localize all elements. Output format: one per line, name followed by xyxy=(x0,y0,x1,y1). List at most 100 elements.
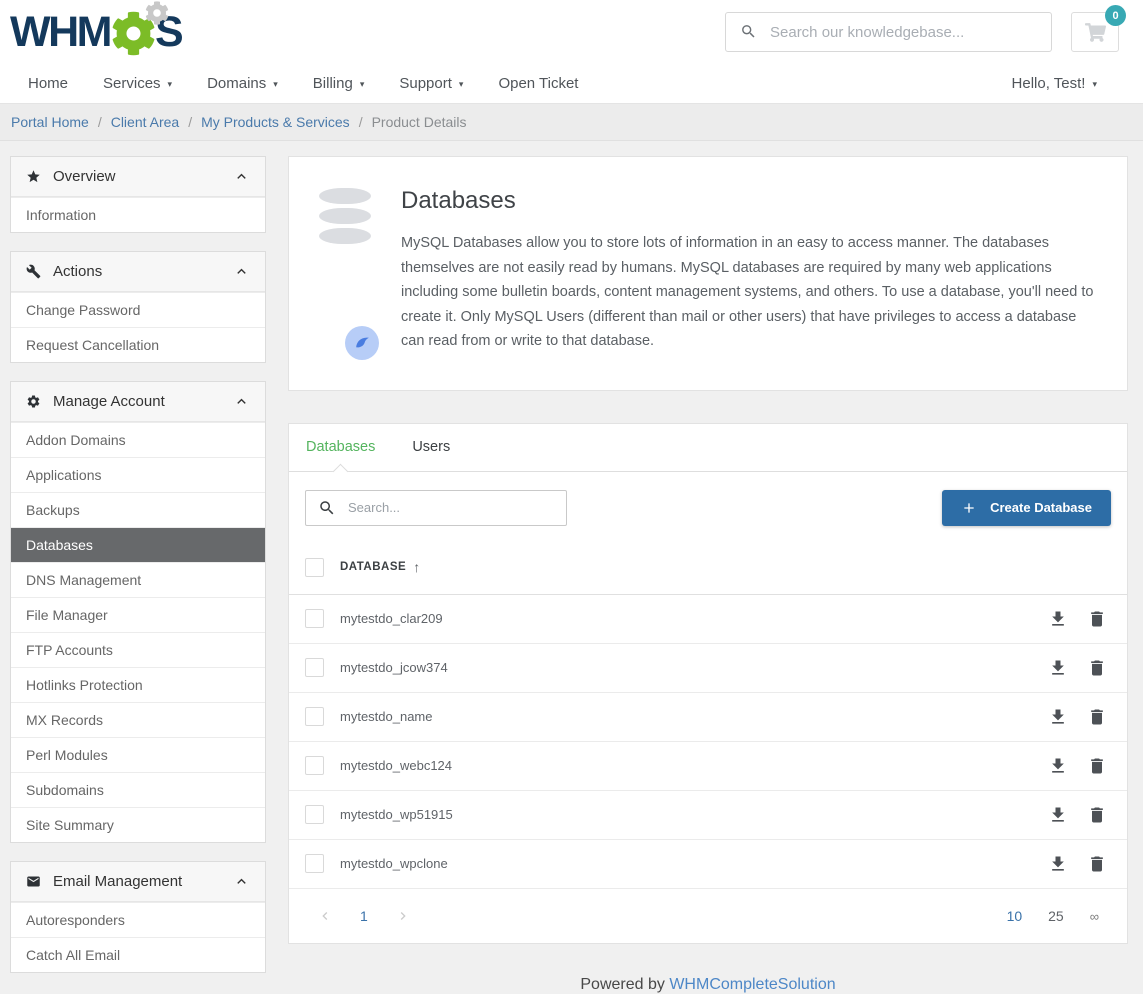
trash-icon[interactable] xyxy=(1087,707,1107,727)
table-row: mytestdo_jcow374 xyxy=(289,644,1127,693)
sidebar-item-applications[interactable]: Applications xyxy=(11,457,265,492)
sidebar-item-site-summary[interactable]: Site Summary xyxy=(11,807,265,842)
sidebar-item-change-password[interactable]: Change Password xyxy=(11,292,265,327)
nav-item-billing[interactable]: Billing▾ xyxy=(313,75,365,92)
tabs: Databases Users xyxy=(289,424,1127,472)
caret-down-icon: ▾ xyxy=(168,78,173,89)
breadcrumb-portal-home[interactable]: Portal Home xyxy=(11,114,89,130)
sidebar-item-information[interactable]: Information xyxy=(11,197,265,232)
database-name: mytestdo_clar209 xyxy=(340,611,443,626)
row-checkbox[interactable] xyxy=(305,854,324,873)
panel-email-management: Email Management Autoresponders Catch Al… xyxy=(10,861,266,973)
database-icon xyxy=(319,183,375,354)
panel-header-manage-account[interactable]: Manage Account xyxy=(11,382,265,422)
pagination: 1 10 25 ∞ xyxy=(289,889,1127,943)
row-checkbox[interactable] xyxy=(305,805,324,824)
row-checkbox[interactable] xyxy=(305,658,324,677)
nav-item-domains[interactable]: Domains▾ xyxy=(207,75,278,92)
download-icon[interactable] xyxy=(1048,707,1068,727)
panel-header-overview[interactable]: Overview xyxy=(11,157,265,197)
panel-header-email-management[interactable]: Email Management xyxy=(11,862,265,902)
sidebar-item-addon-domains[interactable]: Addon Domains xyxy=(11,422,265,457)
caret-down-icon: ▾ xyxy=(360,78,365,89)
download-icon[interactable] xyxy=(1048,658,1068,678)
sidebar-item-catch-all-email[interactable]: Catch All Email xyxy=(11,937,265,972)
sidebar-item-ftp-accounts[interactable]: FTP Accounts xyxy=(11,632,265,667)
column-header-database[interactable]: DATABASE xyxy=(340,561,406,573)
table-row: mytestdo_wp51915 xyxy=(289,791,1127,840)
database-name: mytestdo_wpclone xyxy=(340,856,448,871)
panel-manage-account: Manage Account Addon Domains Application… xyxy=(10,381,266,843)
trash-icon[interactable] xyxy=(1087,658,1107,678)
page-size-10[interactable]: 10 xyxy=(1007,908,1023,924)
nav-item-home[interactable]: Home xyxy=(28,75,68,92)
logo-gears xyxy=(111,10,156,55)
nav-item-services[interactable]: Services▾ xyxy=(103,75,172,92)
page-size-25[interactable]: 25 xyxy=(1048,908,1064,924)
database-name: mytestdo_jcow374 xyxy=(340,660,448,675)
breadcrumb-current: Product Details xyxy=(372,114,467,130)
tab-users[interactable]: Users xyxy=(412,424,450,471)
databases-card: Databases Users Create Database DATABASE… xyxy=(288,423,1128,944)
user-menu[interactable]: Hello, Test!▾ xyxy=(1012,75,1097,92)
chevron-left-icon[interactable] xyxy=(317,908,333,924)
page-description: MySQL Databases allow you to store lots … xyxy=(401,231,1099,354)
page-number-1[interactable]: 1 xyxy=(360,908,368,924)
row-checkbox[interactable] xyxy=(305,609,324,628)
sidebar-item-autoresponders[interactable]: Autoresponders xyxy=(11,902,265,937)
plus-icon xyxy=(961,500,977,516)
sort-asc-icon[interactable]: ↑ xyxy=(413,559,420,575)
trash-icon[interactable] xyxy=(1087,854,1107,874)
download-icon[interactable] xyxy=(1048,805,1068,825)
create-database-button[interactable]: Create Database xyxy=(942,490,1111,526)
row-checkbox[interactable] xyxy=(305,707,324,726)
download-icon[interactable] xyxy=(1048,756,1068,776)
cart-count-badge: 0 xyxy=(1105,5,1126,26)
table-search-input[interactable] xyxy=(305,490,567,526)
intro-card: Databases MySQL Databases allow you to s… xyxy=(288,156,1128,391)
trash-icon[interactable] xyxy=(1087,805,1107,825)
whmcompletesolution-link[interactable]: WHMCompleteSolution xyxy=(669,976,835,993)
select-all-checkbox[interactable] xyxy=(305,558,324,577)
row-checkbox[interactable] xyxy=(305,756,324,775)
sidebar-item-hotlinks-protection[interactable]: Hotlinks Protection xyxy=(11,667,265,702)
chevron-up-icon xyxy=(233,393,250,410)
search-icon xyxy=(740,23,757,40)
wrench-icon xyxy=(26,264,41,279)
nav-item-open-ticket[interactable]: Open Ticket xyxy=(498,75,578,92)
sidebar-item-subdomains[interactable]: Subdomains xyxy=(11,772,265,807)
breadcrumb: Portal Home / Client Area / My Products … xyxy=(0,103,1143,141)
page-size-unlimited[interactable]: ∞ xyxy=(1090,909,1099,924)
sidebar-item-file-manager[interactable]: File Manager xyxy=(11,597,265,632)
sidebar-item-dns-management[interactable]: DNS Management xyxy=(11,562,265,597)
top-header: WHM S 0 xyxy=(0,0,1143,64)
table-row: mytestdo_webc124 xyxy=(289,742,1127,791)
download-icon[interactable] xyxy=(1048,854,1068,874)
sidebar-item-perl-modules[interactable]: Perl Modules xyxy=(11,737,265,772)
trash-icon[interactable] xyxy=(1087,609,1107,629)
knowledgebase-search-input[interactable] xyxy=(725,12,1052,52)
gear-icon xyxy=(145,1,169,25)
caret-down-icon: ▾ xyxy=(459,78,464,89)
breadcrumb-my-products[interactable]: My Products & Services xyxy=(201,114,350,130)
breadcrumb-client-area[interactable]: Client Area xyxy=(111,114,179,130)
sidebar-item-backups[interactable]: Backups xyxy=(11,492,265,527)
main-column: Databases MySQL Databases allow you to s… xyxy=(288,156,1128,994)
tab-databases[interactable]: Databases xyxy=(306,424,375,471)
cart-button[interactable]: 0 xyxy=(1071,12,1119,52)
trash-icon[interactable] xyxy=(1087,756,1107,776)
sidebar-item-request-cancellation[interactable]: Request Cancellation xyxy=(11,327,265,362)
nav-item-support[interactable]: Support▾ xyxy=(399,75,463,92)
panel-actions: Actions Change Password Request Cancella… xyxy=(10,251,266,363)
table-toolbar: Create Database xyxy=(289,472,1127,544)
sidebar-item-databases[interactable]: Databases xyxy=(11,527,265,562)
sidebar-item-mx-records[interactable]: MX Records xyxy=(11,702,265,737)
chevron-right-icon[interactable] xyxy=(395,908,411,924)
knowledgebase-search xyxy=(725,12,1052,52)
breadcrumb-separator: / xyxy=(188,114,192,130)
mysql-badge-icon xyxy=(345,326,379,360)
page-content: Overview Information Actions Change Pass… xyxy=(0,141,1143,994)
download-icon[interactable] xyxy=(1048,609,1068,629)
panel-header-actions[interactable]: Actions xyxy=(11,252,265,292)
whmcs-logo[interactable]: WHM S xyxy=(10,10,181,55)
